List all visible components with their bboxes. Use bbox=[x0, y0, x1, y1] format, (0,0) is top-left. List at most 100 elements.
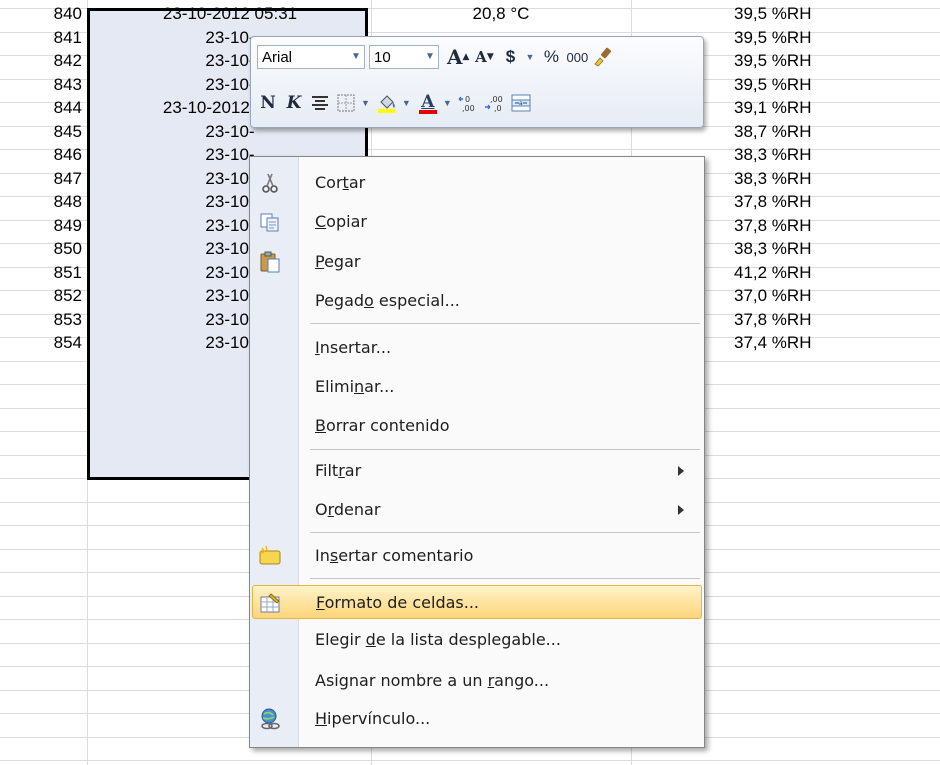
chevron-down-icon[interactable]: ▼ bbox=[422, 46, 438, 68]
chevron-down-icon[interactable]: ▼ bbox=[525, 52, 534, 62]
svg-text:,00: ,00 bbox=[490, 95, 503, 104]
menu-item-name-range[interactable]: Asignar nombre a un rango... bbox=[252, 664, 702, 698]
row-number-cell[interactable]: 849 bbox=[0, 214, 82, 238]
grow-font-button[interactable]: A ▲ bbox=[447, 44, 469, 70]
copy-icon bbox=[260, 213, 279, 232]
row-number-cell[interactable]: 854 bbox=[0, 331, 82, 355]
context-menu: Cortar Copiar Pegar Pegado especial... I… bbox=[249, 156, 705, 748]
menu-item-hyperlink[interactable]: Hipervínculo... bbox=[252, 702, 702, 736]
menu-item-insert-comment[interactable]: Insertar comentario bbox=[252, 539, 702, 573]
menu-label: Elegir de la lista desplegable... bbox=[315, 630, 561, 649]
humidity-cell[interactable]: 37,8 %RH bbox=[734, 308, 934, 332]
svg-text:,00: ,00 bbox=[462, 104, 475, 112]
row-number-cell[interactable]: 847 bbox=[0, 167, 82, 191]
humidity-cell[interactable]: 39,5 %RH bbox=[734, 49, 934, 73]
increase-decimal-button[interactable]: 0 ,00 bbox=[458, 90, 480, 116]
italic-label: K bbox=[286, 93, 302, 113]
comment-icon bbox=[259, 545, 281, 565]
menu-item-format-cells[interactable]: Formato de celdas... bbox=[252, 585, 702, 619]
font-name-combo[interactable]: Arial ▼ bbox=[257, 45, 365, 69]
menu-item-delete[interactable]: Eliminar... bbox=[252, 370, 702, 404]
menu-item-paste-special[interactable]: Pegado especial... bbox=[252, 284, 702, 318]
menu-item-copy[interactable]: Copiar bbox=[252, 205, 702, 239]
bold-label: N bbox=[260, 93, 276, 113]
date-cell[interactable]: 23-10-2012 05:31 bbox=[90, 2, 370, 26]
fill-color-button[interactable] bbox=[376, 90, 398, 116]
menu-label: Asignar nombre a un rango... bbox=[315, 671, 550, 690]
menu-item-sort[interactable]: Ordenar bbox=[252, 493, 702, 527]
humidity-cell[interactable]: 37,0 %RH bbox=[734, 284, 934, 308]
svg-text:a: a bbox=[519, 100, 523, 107]
bold-button[interactable]: N bbox=[257, 90, 279, 116]
chevron-down-icon[interactable]: ▼ bbox=[402, 98, 411, 108]
row-number-cell[interactable]: 850 bbox=[0, 237, 82, 261]
merge-center-button[interactable]: a bbox=[510, 90, 532, 116]
menu-label: Borrar contenido bbox=[315, 416, 450, 435]
font-color-label: A bbox=[421, 92, 435, 112]
menu-label: Insertar comentario bbox=[315, 546, 474, 565]
row-number-cell[interactable]: 841 bbox=[0, 26, 82, 50]
chevron-down-icon[interactable]: ▼ bbox=[348, 46, 364, 68]
chevron-down-icon[interactable]: ▼ bbox=[443, 98, 452, 108]
borders-icon bbox=[337, 94, 355, 112]
hyperlink-icon bbox=[261, 708, 280, 730]
menu-item-cut[interactable]: Cortar bbox=[252, 166, 702, 200]
menu-label: Copiar bbox=[315, 212, 367, 231]
decrease-decimal-button[interactable]: ,00 ,0 bbox=[484, 90, 506, 116]
currency-label: $ bbox=[505, 47, 516, 66]
center-align-button[interactable] bbox=[309, 90, 331, 116]
humidity-cell[interactable]: 37,4 %RH bbox=[734, 331, 934, 355]
borders-button[interactable] bbox=[335, 90, 357, 116]
italic-button[interactable]: K bbox=[283, 90, 305, 116]
menu-separator bbox=[310, 323, 700, 324]
menu-item-clear-contents[interactable]: Borrar contenido bbox=[252, 409, 702, 443]
menu-item-pick-from-list[interactable]: Elegir de la lista desplegable... bbox=[252, 623, 702, 657]
humidity-cell[interactable]: 38,3 %RH bbox=[734, 237, 934, 261]
merge-cells-icon: a bbox=[511, 94, 531, 112]
submenu-arrow-icon bbox=[678, 505, 684, 515]
grow-font-label: A bbox=[447, 45, 463, 69]
humidity-cell[interactable]: 39,5 %RH bbox=[734, 2, 934, 26]
row-number-cell[interactable]: 853 bbox=[0, 308, 82, 332]
humidity-cell[interactable]: 37,8 %RH bbox=[734, 190, 934, 214]
menu-label: Pegado especial... bbox=[315, 291, 460, 310]
font-color-button[interactable]: A bbox=[417, 90, 439, 116]
humidity-cell[interactable]: 41,2 %RH bbox=[734, 261, 934, 285]
humidity-cell[interactable]: 37,8 %RH bbox=[734, 214, 934, 238]
chevron-down-icon[interactable]: ▼ bbox=[361, 98, 370, 108]
menu-label: Pegar bbox=[315, 252, 361, 271]
row-number-cell[interactable]: 845 bbox=[0, 120, 82, 144]
humidity-cell[interactable]: 39,5 %RH bbox=[734, 26, 934, 50]
currency-button[interactable]: $ bbox=[499, 44, 521, 70]
menu-item-filter[interactable]: Filtrar bbox=[252, 454, 702, 488]
humidity-cell[interactable]: 38,3 %RH bbox=[734, 167, 934, 191]
row-number-cell[interactable]: 851 bbox=[0, 261, 82, 285]
row-number-cell[interactable]: 844 bbox=[0, 96, 82, 120]
humidity-cell[interactable]: 38,7 %RH bbox=[734, 120, 934, 144]
humidity-cell[interactable]: 39,5 %RH bbox=[734, 73, 934, 97]
percent-button[interactable]: % bbox=[540, 44, 562, 70]
row-number-cell[interactable]: 843 bbox=[0, 73, 82, 97]
menu-label: Cortar bbox=[315, 173, 366, 192]
menu-label: Eliminar... bbox=[315, 377, 395, 396]
temperature-cell[interactable]: 20,8 °C bbox=[372, 2, 630, 26]
thousands-separator-button[interactable]: 000 bbox=[566, 44, 589, 70]
shrink-font-button[interactable]: A ▼ bbox=[473, 44, 495, 70]
row-number-cell[interactable]: 848 bbox=[0, 190, 82, 214]
center-align-icon bbox=[312, 96, 328, 110]
menu-item-paste[interactable]: Pegar bbox=[252, 245, 702, 279]
humidity-cell[interactable]: 39,1 %RH bbox=[734, 96, 934, 120]
font-size-combo[interactable]: 10 ▼ bbox=[369, 45, 439, 69]
menu-item-insert[interactable]: Insertar... bbox=[252, 331, 702, 365]
row-number-cell[interactable]: 840 bbox=[0, 2, 82, 26]
mini-toolbar: Arial ▼ 10 ▼ A ▲ A ▼ $ ▼ % 000 N K ▼ ▼ A… bbox=[250, 36, 704, 128]
humidity-cell[interactable]: 38,3 %RH bbox=[734, 143, 934, 167]
row-number-cell[interactable]: 846 bbox=[0, 143, 82, 167]
grid-row-line bbox=[0, 760, 940, 761]
format-painter-icon bbox=[594, 47, 612, 67]
row-number-cell[interactable]: 852 bbox=[0, 284, 82, 308]
row-number-cell[interactable]: 842 bbox=[0, 49, 82, 73]
format-painter-button[interactable] bbox=[592, 44, 614, 70]
menu-label: Ordenar bbox=[315, 500, 381, 519]
font-size-value: 10 bbox=[374, 49, 391, 66]
